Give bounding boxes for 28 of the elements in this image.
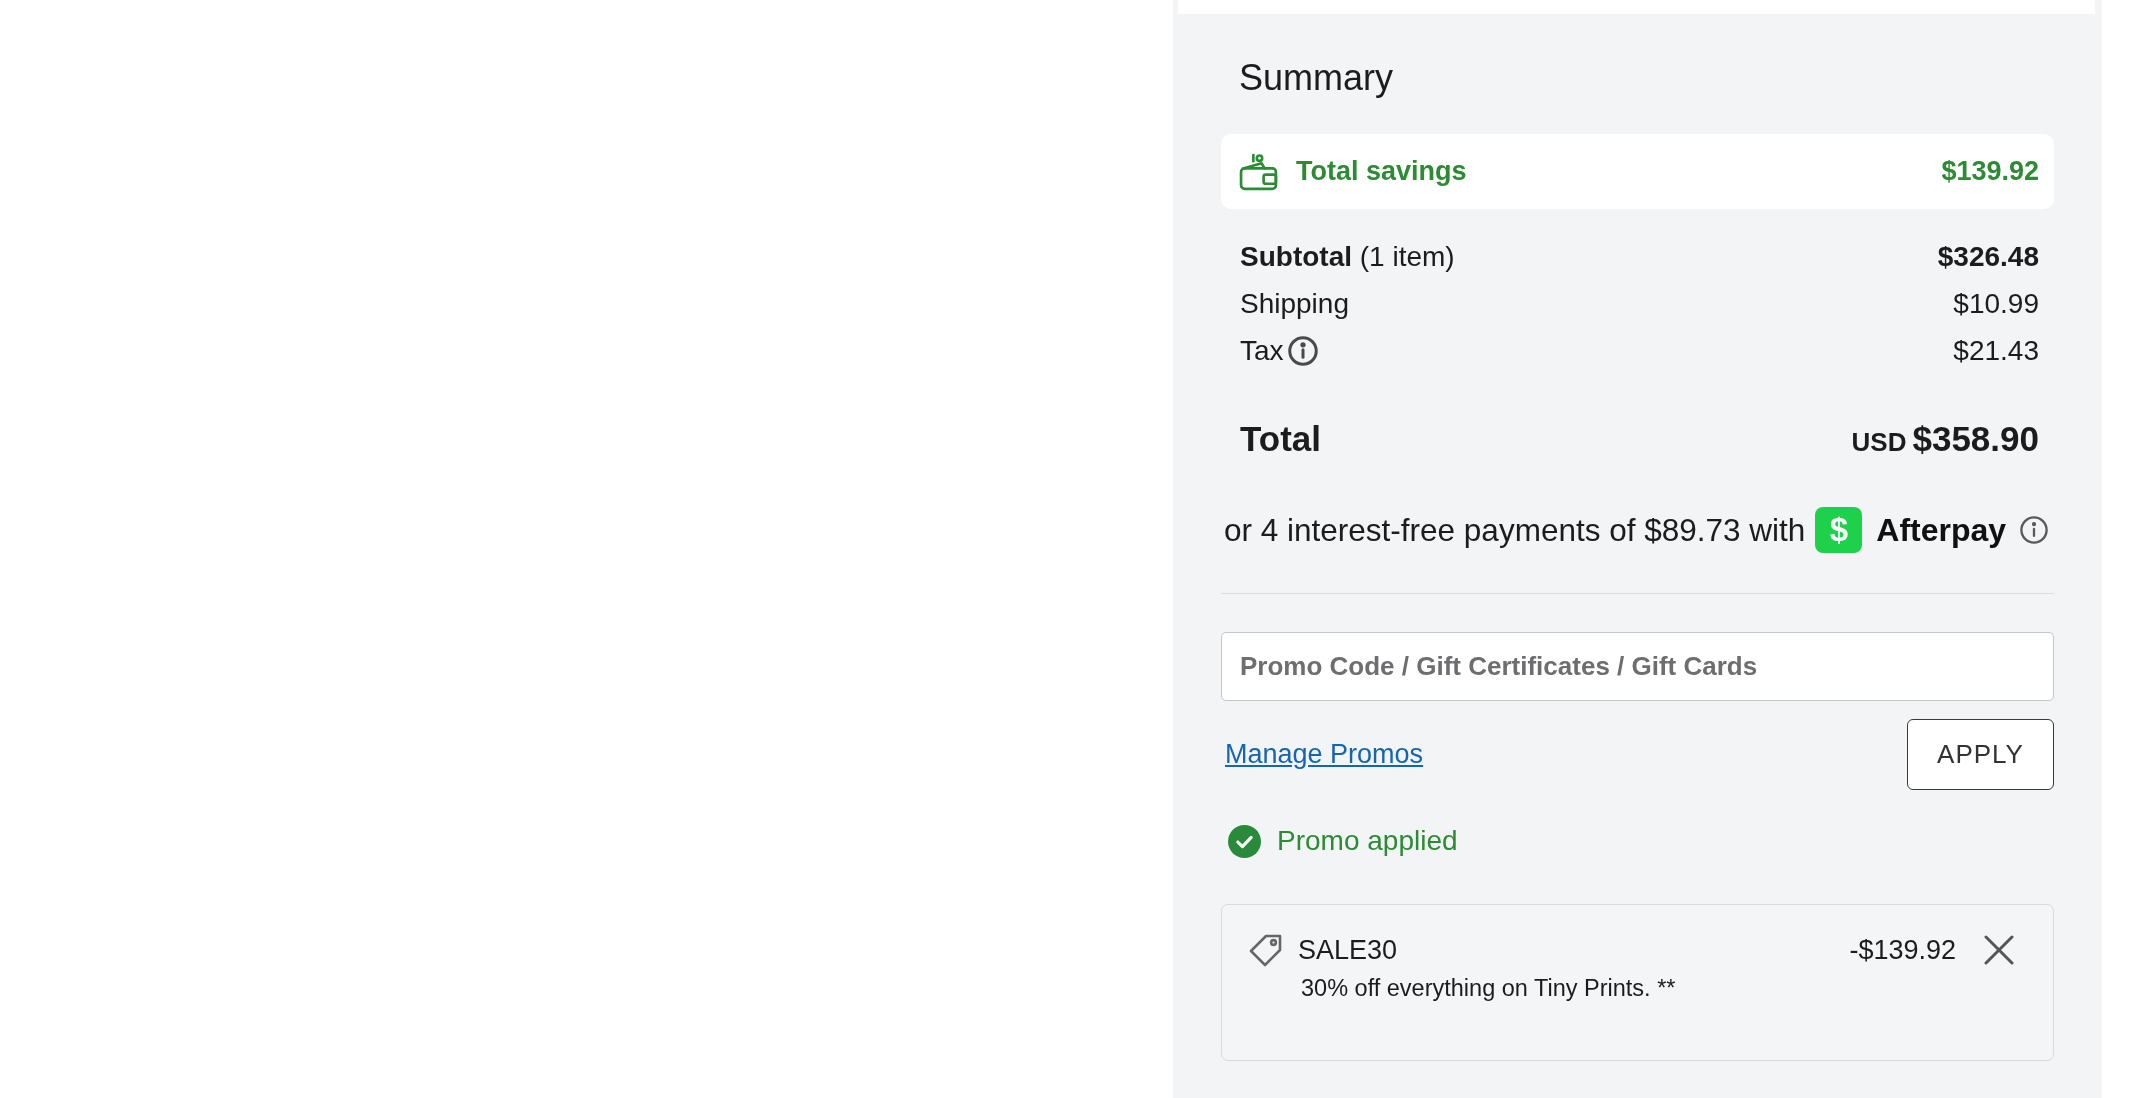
line-label: Shipping — [1240, 287, 1349, 320]
payment-logo: $ — [1815, 507, 1863, 553]
check-circle-icon — [1228, 824, 1261, 858]
total-amount: $358.90 — [1912, 419, 2039, 459]
provider-name: Afterpay — [1876, 511, 2007, 549]
line-label: Subtotal (1 item) — [1240, 240, 1455, 273]
tag-icon — [1249, 933, 1283, 967]
line-amount: $10.99 — [1953, 287, 2039, 320]
info-icon[interactable] — [1287, 335, 1318, 366]
savings-label: Total savings — [1296, 156, 1468, 187]
manage-promos-link[interactable]: Manage Promos — [1225, 739, 1424, 770]
close-icon[interactable] — [1984, 935, 2014, 965]
line-label: Tax — [1240, 334, 1284, 367]
line-amount: $326.48 — [1937, 240, 2039, 273]
line-amount: $21.43 — [1953, 334, 2039, 367]
promo-status-text: Promo applied — [1277, 825, 1458, 857]
apply-button[interactable]: APPLY — [1907, 719, 2054, 790]
info-icon[interactable] — [2020, 516, 2049, 544]
installment-text: or 4 interest-free payments of $89.73 with — [1224, 511, 1806, 549]
promo-description: 30% off everything on Tiny Prints. ** — [1301, 974, 1677, 1002]
currency-code: USD — [1851, 427, 1907, 458]
total-label: Total — [1240, 419, 1321, 459]
promo-code: SALE30 — [1298, 934, 1398, 966]
savings-amount: $139.92 — [1941, 156, 2039, 187]
promo-discount: -$139.92 — [1849, 934, 1956, 966]
summary-title: Summary — [1238, 56, 1395, 100]
promo-code-field[interactable]: Promo Code / Gift Certificates / Gift Cards — [1221, 632, 2054, 701]
wallet-icon — [1239, 152, 1280, 191]
